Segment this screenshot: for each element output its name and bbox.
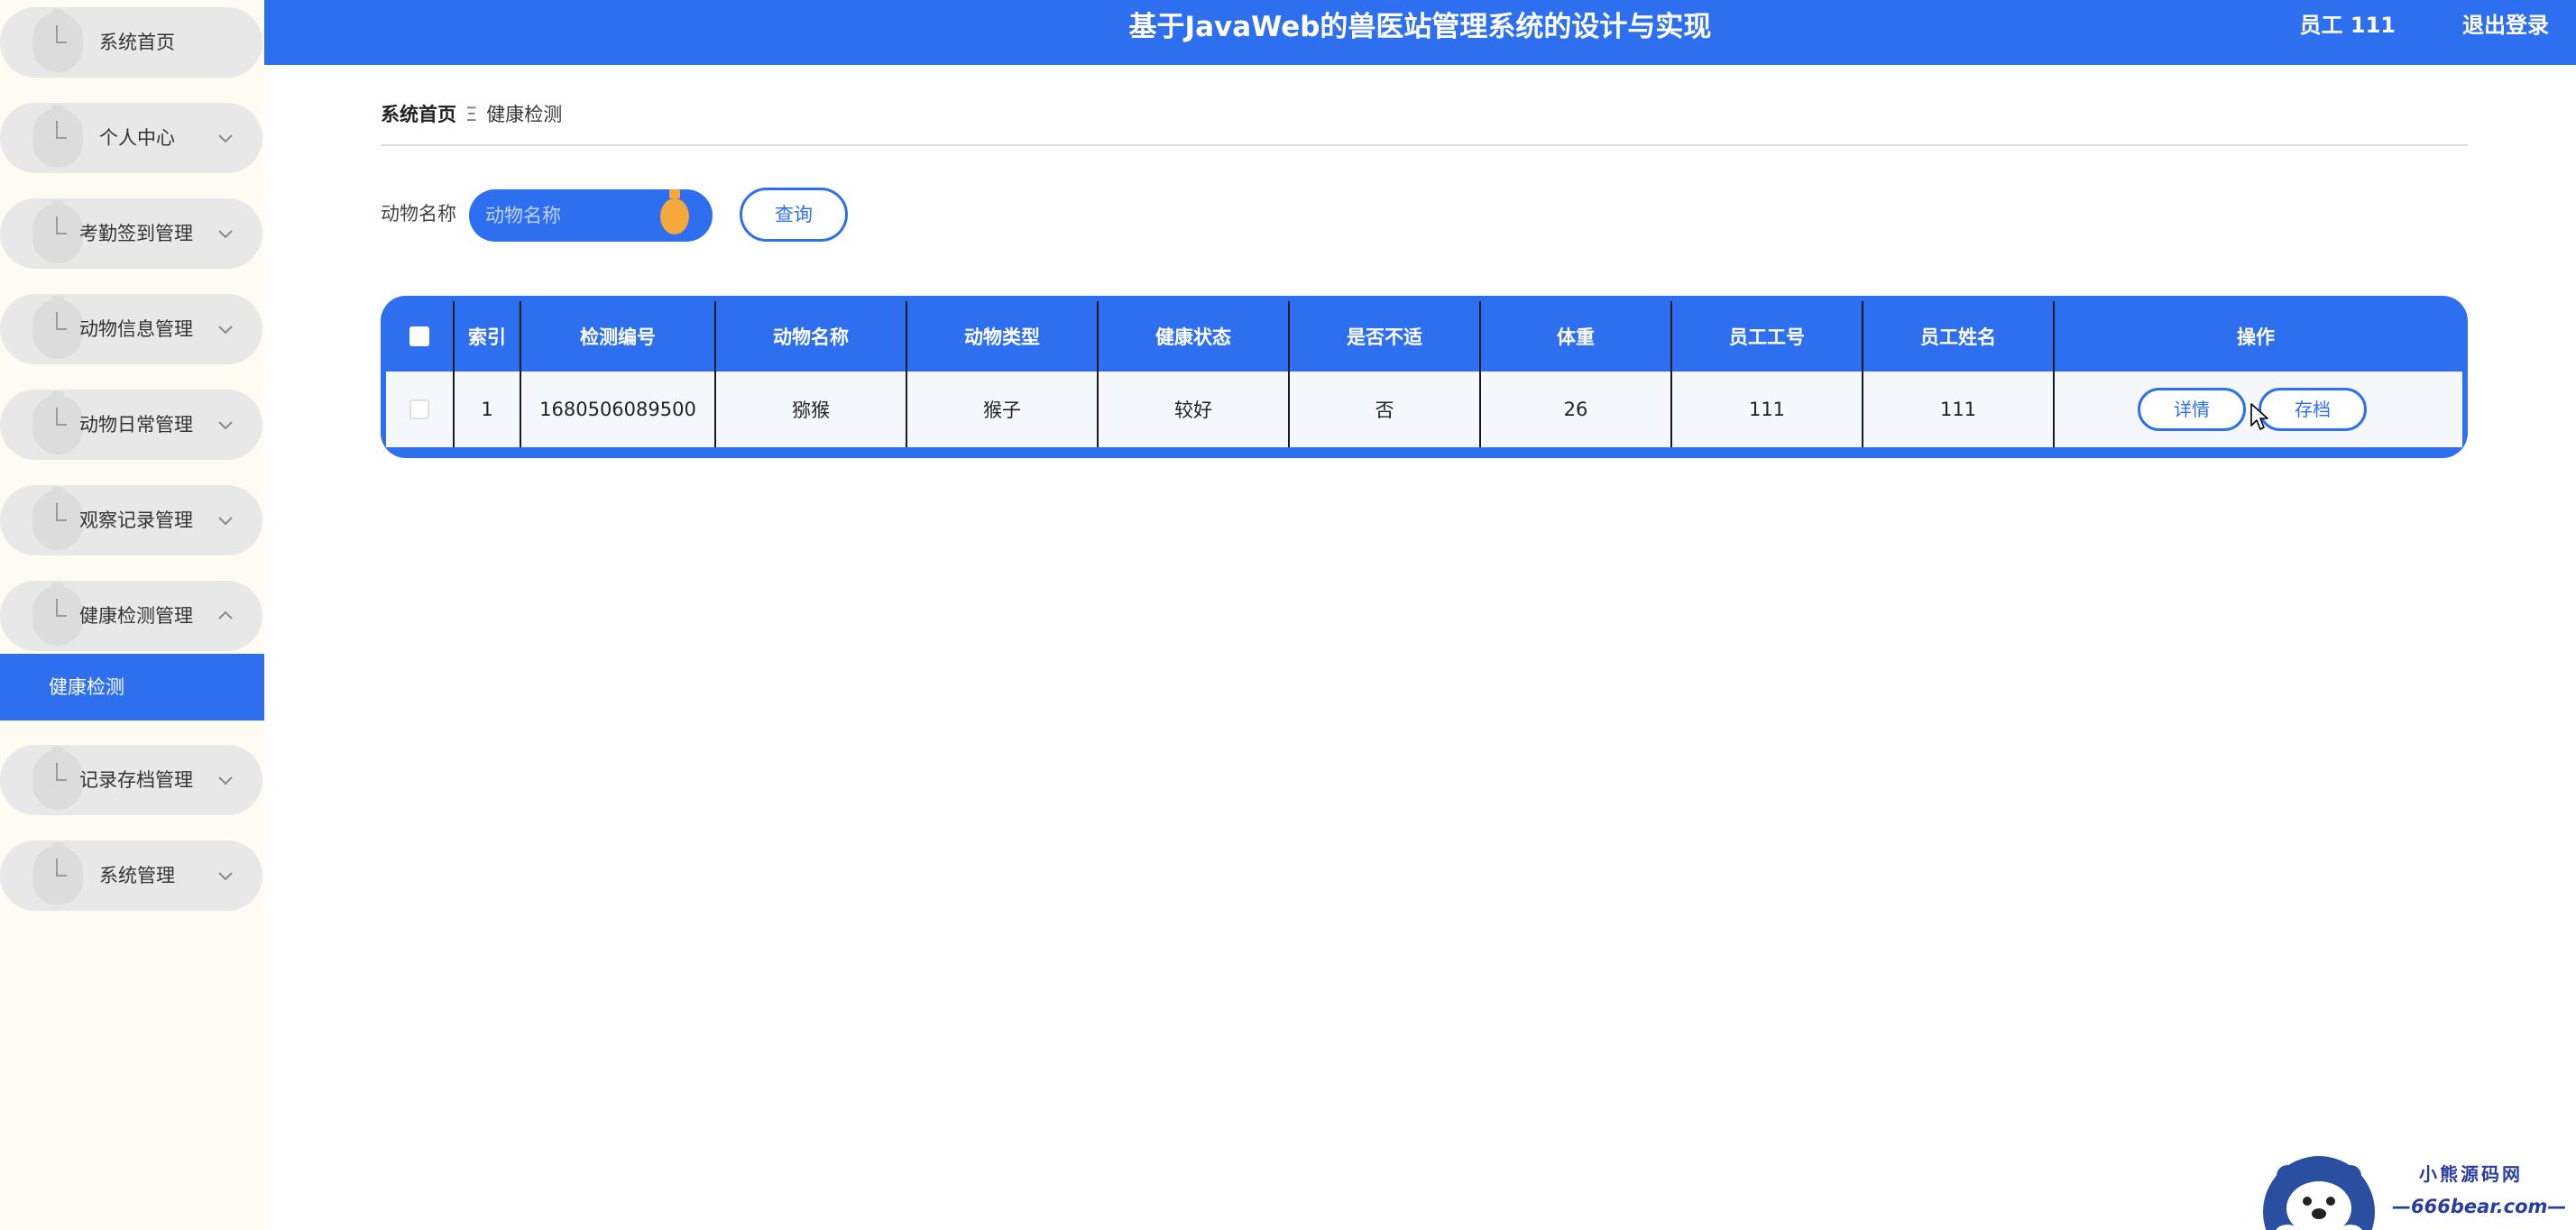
chevron-down-icon xyxy=(218,230,233,239)
sidebar-item-label: 系统管理 xyxy=(99,865,175,886)
breadcrumb-separator: Ξ xyxy=(465,104,478,125)
table-cell: 1680506089500 xyxy=(521,372,716,447)
column-header: 操作 xyxy=(2237,326,2275,348)
sidebar-item-archive[interactable]: 记录存档管理 xyxy=(0,745,262,815)
breadcrumb-home[interactable]: 系统首页 xyxy=(381,104,456,125)
chevron-down-icon xyxy=(218,776,233,785)
row-select-cell xyxy=(386,372,455,447)
table-cell: 较好 xyxy=(1099,372,1290,447)
table-cell: 26 xyxy=(1481,372,1672,447)
column-header: 员工工号 xyxy=(1672,301,1863,372)
column-header: 检测编号 xyxy=(521,301,716,372)
data-table: 索引 检测编号 动物名称 动物类型 健康状态 是否不适 体重 员工工号 员工姓名… xyxy=(381,296,2468,458)
mouse-cursor-icon xyxy=(2250,403,2268,430)
bear-logo-icon xyxy=(2263,1156,2375,1230)
sidebar-item-health-check[interactable]: 健康检测管理 xyxy=(0,581,262,651)
table-header: 索引 检测编号 动物名称 动物类型 健康状态 是否不适 体重 员工工号 员工姓名… xyxy=(386,301,2462,372)
table-cell: 猴子 xyxy=(907,372,1099,447)
column-header: 员工姓名 xyxy=(1863,301,2055,372)
menu-icon xyxy=(32,747,83,810)
app-title: 基于JavaWeb的兽医站管理系统的设计与实现 xyxy=(1128,11,1712,43)
sidebar-item-animal-daily[interactable]: 动物日常管理 xyxy=(0,390,262,460)
menu-icon xyxy=(32,842,83,905)
table-cell: 否 xyxy=(1290,372,1481,447)
table-cell: 111 xyxy=(1672,372,1863,447)
column-header: 索引 xyxy=(455,301,521,372)
app-root: 系统首页 个人中心 考勤签到管理 动物信息管理 动物日常管理 观察记录管理 健康… xyxy=(0,0,2576,1230)
search-field-wrapper xyxy=(469,189,713,242)
logout-link[interactable]: 退出登录 xyxy=(2462,0,2549,50)
table-cell: 猕猴 xyxy=(716,372,907,447)
search-input[interactable] xyxy=(485,200,657,231)
detail-button[interactable]: 详情 xyxy=(2138,388,2246,431)
sidebar-subitem-health-check[interactable]: 健康检测 xyxy=(0,654,264,721)
table-cell: 1 xyxy=(455,372,521,447)
current-user: 员工 111 xyxy=(2299,13,2396,38)
menu-icon xyxy=(32,9,83,72)
select-all-cell xyxy=(386,301,455,372)
breadcrumb-divider xyxy=(381,144,2468,146)
chevron-down-icon xyxy=(218,326,233,335)
chevron-up-icon xyxy=(218,610,233,620)
sidebar-item-observation[interactable]: 观察记录管理 xyxy=(0,485,262,555)
sidebar-item-label: 个人中心 xyxy=(99,127,175,149)
watermark-url: —666bear.com— xyxy=(2392,1196,2567,1217)
sidebar-item-label: 健康检测管理 xyxy=(79,605,193,627)
table-cell: 111 xyxy=(1863,372,2055,447)
watermark-title: 小熊源码网 xyxy=(2419,1163,2523,1185)
select-all-checkbox[interactable] xyxy=(409,326,429,346)
column-header: 健康状态 xyxy=(1099,301,1290,372)
table-row: 1 1680506089500 猕猴 猴子 较好 否 26 111 111 详情… xyxy=(386,372,2462,447)
menu-icon xyxy=(32,200,83,263)
sidebar-item-system[interactable]: 系统管理 xyxy=(0,840,262,911)
sidebar-item-label: 考勤签到管理 xyxy=(79,223,193,244)
menu-icon xyxy=(32,487,83,550)
sidebar-subitem-label: 健康检测 xyxy=(49,676,124,698)
menu-icon xyxy=(32,105,83,168)
breadcrumb-current: 健康检测 xyxy=(486,104,563,125)
chevron-down-icon xyxy=(218,872,233,881)
menu-icon xyxy=(32,583,83,646)
sidebar-item-personal-center[interactable]: 个人中心 xyxy=(0,103,262,173)
sidebar-item-home[interactable]: 系统首页 xyxy=(0,7,262,78)
column-header: 体重 xyxy=(1481,301,1672,372)
column-header: 动物名称 xyxy=(716,301,907,372)
column-header: 动物类型 xyxy=(907,301,1099,372)
menu-icon xyxy=(32,391,83,454)
archive-button[interactable]: 存档 xyxy=(2259,388,2367,431)
sidebar-item-label: 动物日常管理 xyxy=(79,414,193,436)
sidebar-item-animal-info[interactable]: 动物信息管理 xyxy=(0,294,262,364)
search-button[interactable]: 查询 xyxy=(740,188,848,242)
sidebar: 系统首页 个人中心 考勤签到管理 动物信息管理 动物日常管理 观察记录管理 健康… xyxy=(0,0,264,1230)
top-header: 基于JavaWeb的兽医站管理系统的设计与实现 员工 111 退出登录 xyxy=(264,0,2576,65)
chevron-down-icon xyxy=(218,134,233,143)
sidebar-item-label: 动物信息管理 xyxy=(79,318,193,340)
sidebar-item-label: 系统首页 xyxy=(99,32,175,53)
sidebar-item-attendance[interactable]: 考勤签到管理 xyxy=(0,198,262,269)
row-checkbox[interactable] xyxy=(409,399,429,419)
menu-icon xyxy=(32,296,83,359)
watermark: 小熊源码网 —666bear.com— xyxy=(2260,1147,2576,1230)
search-label: 动物名称 xyxy=(381,203,456,225)
chevron-down-icon xyxy=(218,421,233,430)
pin-decoration-icon xyxy=(660,189,689,234)
sidebar-item-label: 观察记录管理 xyxy=(79,509,193,531)
breadcrumb: 系统首页 Ξ 健康检测 xyxy=(381,99,562,130)
column-header: 是否不适 xyxy=(1290,301,1481,372)
sidebar-item-label: 记录存档管理 xyxy=(79,769,193,791)
chevron-down-icon xyxy=(218,517,233,526)
